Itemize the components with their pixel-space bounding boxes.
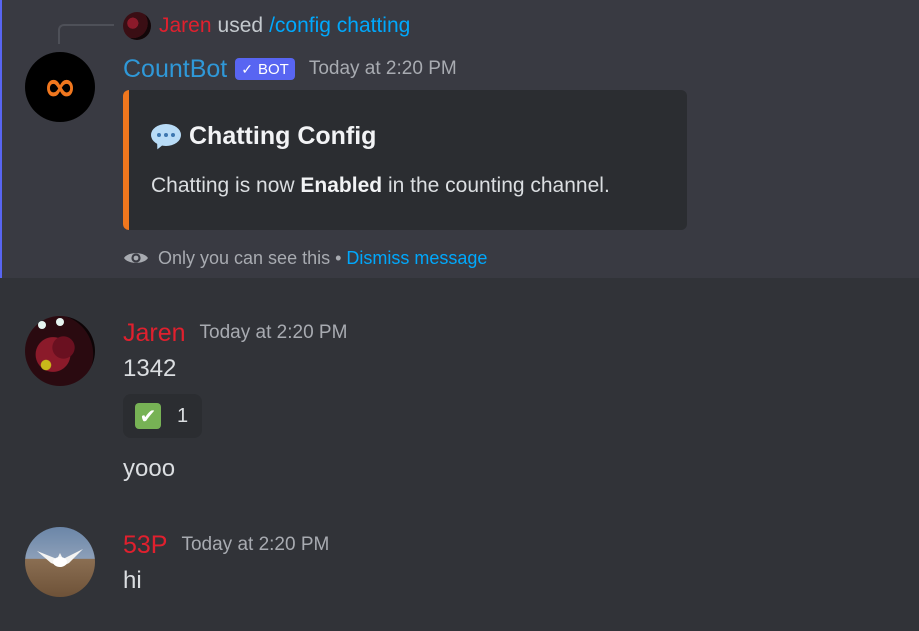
verified-check-icon: ✓ — [241, 60, 253, 77]
chat-view: Jaren used /config chatting ∞ CountBot ✓… — [0, 0, 919, 631]
embed-desc-before: Chatting is now — [151, 174, 301, 197]
ephemeral-message: Jaren used /config chatting ∞ CountBot ✓… — [0, 0, 919, 278]
bot-username[interactable]: CountBot — [123, 55, 227, 84]
message-header-53p: 53P Today at 2:20 PM — [123, 530, 329, 560]
user-avatar-jaren[interactable] — [25, 316, 95, 386]
bird-icon — [37, 549, 83, 567]
embed-accent-bar — [123, 90, 129, 230]
check-mark-button-icon: ✔ — [135, 403, 161, 429]
speech-balloon-icon — [151, 123, 181, 151]
command-user-avatar[interactable] — [123, 12, 151, 40]
infinity-logo-icon: ∞ — [43, 64, 77, 110]
note-separator: • — [335, 247, 342, 268]
bot-badge: ✓ BOT — [235, 58, 295, 80]
message-timestamp[interactable]: Today at 2:20 PM — [309, 58, 457, 80]
embed-card: Chatting Config Chatting is now Enabled … — [123, 90, 687, 230]
message-timestamp[interactable]: Today at 2:20 PM — [200, 322, 348, 344]
dismiss-message-link[interactable]: Dismiss message — [346, 248, 487, 269]
message-text: hi — [123, 567, 142, 594]
eye-icon — [124, 253, 148, 263]
command-used-label: used — [217, 14, 264, 37]
username-53p[interactable]: 53P — [123, 531, 167, 560]
command-usage-line: Jaren used /config chatting — [123, 11, 410, 41]
message-text: yooo — [123, 455, 176, 482]
embed-desc-bold: Enabled — [300, 174, 383, 197]
command-name-link[interactable]: /config chatting — [269, 14, 410, 38]
message-text: 1342 — [123, 355, 177, 382]
user-avatar-53p[interactable] — [25, 527, 95, 597]
ephemeral-highlight-bar — [0, 0, 2, 278]
embed-description: Chatting is now Enabled in the counting … — [151, 174, 610, 198]
embed-title: Chatting Config — [151, 122, 376, 151]
command-user-name[interactable]: Jaren — [159, 14, 212, 38]
embed-title-text: Chatting Config — [189, 122, 377, 150]
bot-badge-label: BOT — [257, 60, 289, 78]
username-jaren[interactable]: Jaren — [123, 319, 186, 348]
ephemeral-note-text: Only you can see this — [158, 247, 331, 268]
embed-desc-after: in the counting channel. — [382, 174, 610, 197]
bot-avatar[interactable]: ∞ — [25, 52, 95, 122]
message-header-jaren: Jaren Today at 2:20 PM — [123, 318, 347, 348]
ephemeral-note: Only you can see this • Dismiss message — [123, 246, 487, 270]
reply-spine — [58, 24, 114, 44]
reaction-button[interactable]: ✔ 1 — [123, 394, 202, 438]
reaction-count: 1 — [177, 404, 189, 427]
bot-message-header: CountBot ✓ BOT Today at 2:20 PM — [123, 54, 457, 84]
message-timestamp[interactable]: Today at 2:20 PM — [181, 534, 329, 556]
